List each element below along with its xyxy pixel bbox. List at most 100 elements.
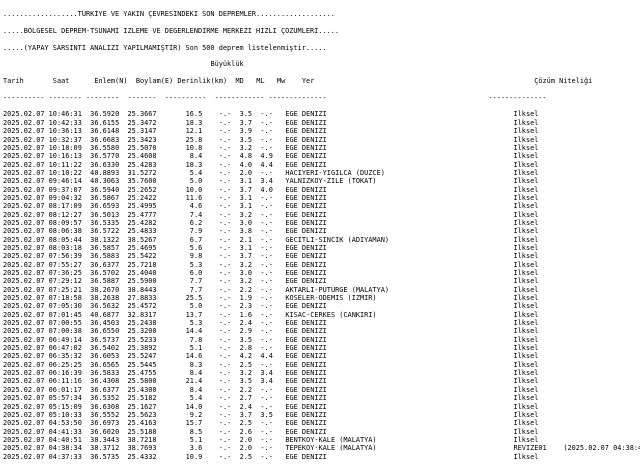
row-ml: 3.0 [239, 218, 253, 227]
row-md: -.- [218, 227, 232, 236]
row-ml: 3.2 [239, 210, 253, 219]
table-row: 2025.02.07 07:25:21 38.2670 38.8443 7.7 … [3, 286, 640, 294]
table-row: 2025.02.07 07:55:27 36.6377 25.7218 5.3 … [3, 261, 640, 269]
row-ml: 2.1 [239, 235, 253, 244]
row-date: 2025.02.07 [3, 260, 45, 269]
table-row: 2025.02.07 10:36:13 36.6148 25.3147 12.1… [3, 127, 640, 135]
row-ml: 3.2 [239, 260, 253, 269]
row-quality: İlksel [513, 118, 539, 127]
row-ml: 3.1 [239, 243, 253, 252]
row-md: -.- [218, 302, 232, 311]
row-mw: 3.4 [260, 377, 273, 386]
row-mw: -.- [260, 402, 273, 411]
row-mw: -.- [260, 252, 273, 261]
row-quality: İlksel [513, 202, 539, 211]
row-date: 2025.02.07 [3, 360, 45, 369]
row-place: EGE DENIZI [285, 335, 327, 344]
row-ml: 1.9 [239, 294, 253, 303]
row-quality: İlksel [513, 210, 539, 219]
row-mw: 3.4 [260, 177, 273, 186]
row-md: -.- [218, 360, 232, 369]
row-time: 07:01:45 [48, 310, 82, 319]
row-mw: -.- [260, 127, 273, 136]
row-md: -.- [218, 385, 232, 394]
row-place: EGE DENIZI [285, 185, 327, 194]
row-time: 10:42:33 [48, 118, 82, 127]
row-date: 2025.02.07 [3, 118, 45, 127]
row-lon: 38.7693 [127, 444, 157, 453]
row-mw: -.- [260, 302, 273, 311]
row-lat: 36.5632 [90, 302, 120, 311]
row-time: 07:00:38 [48, 327, 82, 336]
row-place: KOSELER-ODEMIS (IZMIR) [285, 294, 377, 303]
row-depth: 21.4 [185, 377, 203, 386]
row-md: -.- [218, 419, 232, 428]
row-time: 04:37:33 [48, 452, 82, 461]
row-mw: -.- [260, 193, 273, 202]
header-line-3: .....(YAPAY SARSINTI ANALİZİ YAPILMAMIŞT… [3, 43, 327, 52]
row-ml: 4.8 [239, 152, 253, 161]
row-place: HACIYERI-YIGILCA (DUZCE) [285, 168, 385, 177]
row-date: 2025.02.07 [3, 127, 45, 136]
col-header-time: Saat [52, 77, 70, 86]
table-row: 2025.02.07 08:06:38 36.5722 25.4833 7.9 … [3, 227, 640, 235]
row-quality: İlksel [513, 435, 539, 444]
row-mw: -.- [260, 294, 273, 303]
row-quality: İlksel [513, 452, 539, 461]
row-date: 2025.02.07 [3, 352, 45, 361]
row-place: GECITLI-SINCIK (ADIYAMAN) [285, 235, 390, 244]
row-depth: 14.6 [185, 352, 203, 361]
row-depth: 13.7 [185, 310, 203, 319]
row-ml: 3.5 [239, 135, 253, 144]
row-ml: 3.7 [239, 410, 253, 419]
row-place: EGE DENIZI [285, 143, 327, 152]
row-depth: 16.5 [185, 110, 203, 119]
row-lat: 38.3712 [90, 444, 120, 453]
row-date: 2025.02.07 [3, 193, 45, 202]
table-row: 2025.02.07 08:09:57 36.5335 25.4282 6.2 … [3, 219, 640, 227]
table-row: 2025.02.07 10:32:37 36.6683 25.3423 25.8… [3, 136, 640, 144]
table-row: 2025.02.07 09:04:32 36.5867 25.2422 11.6… [3, 194, 640, 202]
row-time: 07:29:12 [48, 277, 82, 286]
column-header-line: Tarih Saat Enlem(N) Boylam(E) Derinlik(k… [3, 77, 640, 85]
row-time: 08:05:44 [48, 235, 82, 244]
row-lon: 25.3667 [127, 110, 157, 119]
row-date: 2025.02.07 [3, 185, 45, 194]
row-lon: 25.5070 [127, 143, 157, 152]
row-mw: -.- [260, 227, 273, 236]
row-lon: 25.7218 [127, 260, 157, 269]
row-quality: İlksel [513, 285, 539, 294]
row-md: -.- [218, 410, 232, 419]
row-ml: 3.7 [239, 118, 253, 127]
row-lon: 25.5233 [127, 335, 157, 344]
row-ml: 4.0 [239, 160, 253, 169]
row-time: 05:57:34 [48, 394, 82, 403]
row-lon: 25.4695 [127, 243, 157, 252]
row-quality: İlksel [513, 377, 539, 386]
row-md: -.- [218, 369, 232, 378]
row-lon: 25.4040 [127, 269, 157, 277]
row-lat: 36.5552 [90, 410, 120, 419]
table-row: 2025.02.07 10:46:31 36.5920 25.3667 16.5… [3, 110, 640, 118]
row-ml: 2.6 [239, 427, 253, 436]
row-depth: 5.1 [189, 435, 203, 444]
row-mw: -.- [260, 435, 273, 444]
row-mw: -.- [260, 419, 273, 428]
row-md: -.- [218, 352, 232, 361]
row-ml: 2.0 [239, 435, 253, 444]
row-md: -.- [218, 235, 232, 244]
col-header-ml: ML [256, 77, 265, 86]
row-mw: -.- [260, 243, 273, 252]
row-lon: 25.4282 [127, 218, 157, 227]
row-mw: -.- [260, 319, 273, 328]
row-lon: 25.5445 [127, 360, 157, 369]
row-lat: 36.5883 [90, 252, 120, 261]
row-mw: -.- [260, 444, 273, 453]
row-lat: 36.5735 [90, 452, 120, 461]
row-depth: 6.2 [189, 218, 203, 227]
row-mw: -.- [260, 218, 273, 227]
row-place: EGE DENIZI [285, 352, 327, 361]
row-lat: 36.5352 [90, 394, 120, 403]
row-date: 2025.02.07 [3, 218, 45, 227]
row-md: -.- [218, 335, 232, 344]
